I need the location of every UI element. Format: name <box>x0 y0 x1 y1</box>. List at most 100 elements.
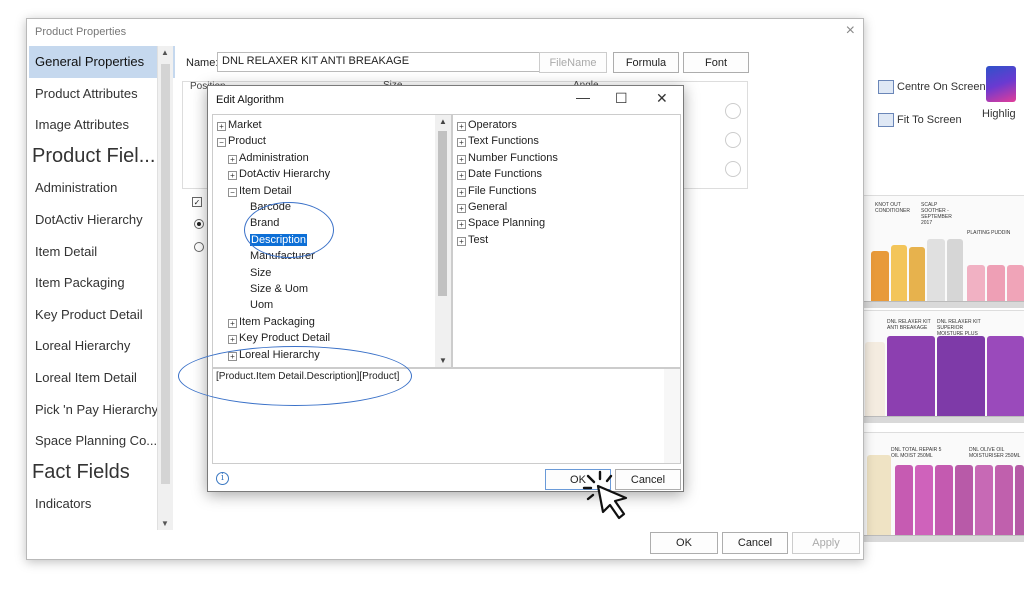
expand-icon[interactable]: + <box>457 236 466 246</box>
fit-to-screen-button[interactable]: Fit To Screen <box>878 113 962 127</box>
expand-icon[interactable]: + <box>217 122 226 131</box>
name-input[interactable]: DNL RELAXER KIT ANTI BREAKAGE <box>217 52 561 72</box>
tree-item-label: Size <box>250 266 272 279</box>
function-group-label: Text Functions <box>468 135 539 148</box>
sidebar-item[interactable]: DotActiv Hierarchy <box>29 204 175 236</box>
product-facing <box>915 465 933 535</box>
sidebar-item[interactable]: Item Packaging <box>29 267 175 299</box>
product-facing <box>871 251 889 301</box>
tree-item[interactable]: Uom <box>250 297 273 313</box>
sidebar-item[interactable]: Product Attributes <box>29 78 175 110</box>
tree-item[interactable]: + Item Packaging <box>228 314 315 330</box>
fit-icon <box>878 113 894 127</box>
tree-item[interactable]: Size & Uom <box>250 281 308 297</box>
sidebar-item[interactable]: Indicators <box>29 488 175 520</box>
angle-knob[interactable] <box>725 161 741 177</box>
expand-icon[interactable]: + <box>457 138 466 148</box>
sidebar-item[interactable]: Pick 'n Pay Hierarchy <box>29 394 175 426</box>
shelf-label: DNL OLIVE OIL MOISTURISER 250ML <box>969 447 1021 459</box>
click-cursor-icon <box>582 470 628 520</box>
option-radio[interactable] <box>194 242 204 252</box>
minimize-icon[interactable]: — <box>576 89 590 105</box>
highlight-button[interactable]: Highlig <box>982 108 1016 120</box>
function-group[interactable]: + Test <box>457 232 488 248</box>
function-group[interactable]: + General <box>457 199 507 215</box>
shelf-label: DNL RELAXER KIT SUPERIOR MOISTURE PLUS <box>937 319 981 337</box>
angle-knob[interactable] <box>725 103 741 119</box>
tree-item[interactable]: + Market <box>217 117 262 133</box>
function-group-label: Number Functions <box>468 151 558 164</box>
function-group-label: Space Planning <box>468 217 546 230</box>
sidebar-item[interactable]: Loreal Item Detail <box>29 362 175 394</box>
tree-item[interactable]: + Administration <box>228 150 309 166</box>
close-icon[interactable]: ✕ <box>656 90 668 107</box>
product-facing <box>937 336 985 416</box>
function-group[interactable]: + Operators <box>457 117 517 133</box>
sidebar-scrollbar[interactable]: ▲ ▼ <box>157 46 173 530</box>
scroll-up-icon[interactable]: ▲ <box>161 48 169 57</box>
collapse-icon[interactable]: − <box>228 187 237 197</box>
highlight-icon[interactable] <box>986 66 1016 102</box>
expand-icon[interactable]: + <box>228 171 237 181</box>
expand-icon[interactable]: + <box>228 154 237 164</box>
font-button[interactable]: Font <box>683 52 749 73</box>
formula-button[interactable]: Formula <box>613 52 679 73</box>
function-group[interactable]: + Number Functions <box>457 150 558 166</box>
dialog-title: Product Properties <box>35 26 127 38</box>
expand-icon[interactable]: + <box>228 318 237 328</box>
edit-algorithm-dialog: Edit Algorithm — ☐ ✕ ▲ ▼ + Market − Product… <box>207 85 684 492</box>
scroll-down-icon[interactable]: ▼ <box>161 519 169 528</box>
product-facing <box>947 239 963 301</box>
sidebar-item[interactable]: Loreal Hierarchy <box>29 330 175 362</box>
product-facing <box>1007 265 1024 301</box>
expand-icon[interactable]: + <box>457 154 466 164</box>
expression-scrollbar[interactable] <box>664 369 680 463</box>
expand-icon[interactable]: + <box>228 335 237 345</box>
angle-knob[interactable] <box>725 132 741 148</box>
function-group[interactable]: + Text Functions <box>457 133 539 149</box>
annotation-circle-expression <box>178 346 412 406</box>
tree-item[interactable]: + Key Product Detail <box>228 330 330 346</box>
ok-button[interactable]: OK <box>650 532 718 554</box>
sidebar-item[interactable]: Administration <box>29 172 175 204</box>
filename-button[interactable]: FileName <box>539 52 607 73</box>
expand-icon[interactable]: + <box>457 220 466 230</box>
tree-item[interactable]: + DotActiv Hierarchy <box>228 166 330 182</box>
maximize-icon[interactable]: ☐ <box>615 90 628 107</box>
sidebar-item[interactable]: Image Attributes <box>29 109 175 141</box>
function-group[interactable]: + Date Functions <box>457 166 542 182</box>
sidebar-item[interactable]: Item Detail <box>29 236 175 268</box>
scroll-down-icon[interactable]: ▼ <box>439 356 447 365</box>
expand-icon[interactable]: + <box>457 204 466 213</box>
expand-icon[interactable]: + <box>457 171 466 181</box>
option-checkbox[interactable]: ✓ <box>192 197 202 207</box>
function-group[interactable]: + Space Planning <box>457 215 545 231</box>
tree-scrollbar[interactable]: ▲ ▼ <box>435 115 451 367</box>
sidebar-item[interactable]: General Properties <box>29 46 175 78</box>
dialog-title: Edit Algorithm <box>216 94 284 106</box>
sidebar-item[interactable]: Key Product Detail <box>29 299 175 331</box>
tree-item[interactable]: − Product <box>217 133 266 149</box>
tree-item[interactable]: − Item Detail <box>228 183 292 199</box>
apply-button[interactable]: Apply <box>792 532 860 554</box>
sidebar-item[interactable]: Space Planning Co... <box>29 425 175 457</box>
function-group[interactable]: + File Functions <box>457 183 536 199</box>
collapse-icon[interactable]: − <box>217 138 226 148</box>
product-facing <box>987 336 1024 416</box>
option-radio[interactable] <box>194 219 204 229</box>
tree-item-label: Item Detail <box>239 184 292 197</box>
product-facing <box>955 465 973 535</box>
shelf-label: DNL TOTAL REPAIR 5 OIL MOIST 250ML <box>891 447 942 459</box>
tree-item-label: DotActiv Hierarchy <box>239 168 331 181</box>
expand-icon[interactable]: + <box>457 122 466 131</box>
tree-item[interactable]: Size <box>250 265 271 281</box>
centre-on-screen-button[interactable]: Centre On Screen <box>878 80 986 94</box>
cancel-button[interactable]: Cancel <box>722 532 788 554</box>
shelf-label: SCALP SOOTHER - SEPTEMBER 2017 <box>921 202 952 226</box>
scroll-up-icon[interactable]: ▲ <box>439 117 447 126</box>
tree-item-label: Market <box>228 119 262 131</box>
centre-icon <box>878 80 894 94</box>
close-icon[interactable]: × <box>846 22 855 40</box>
info-icon[interactable]: i <box>216 472 229 485</box>
expand-icon[interactable]: + <box>457 187 466 197</box>
